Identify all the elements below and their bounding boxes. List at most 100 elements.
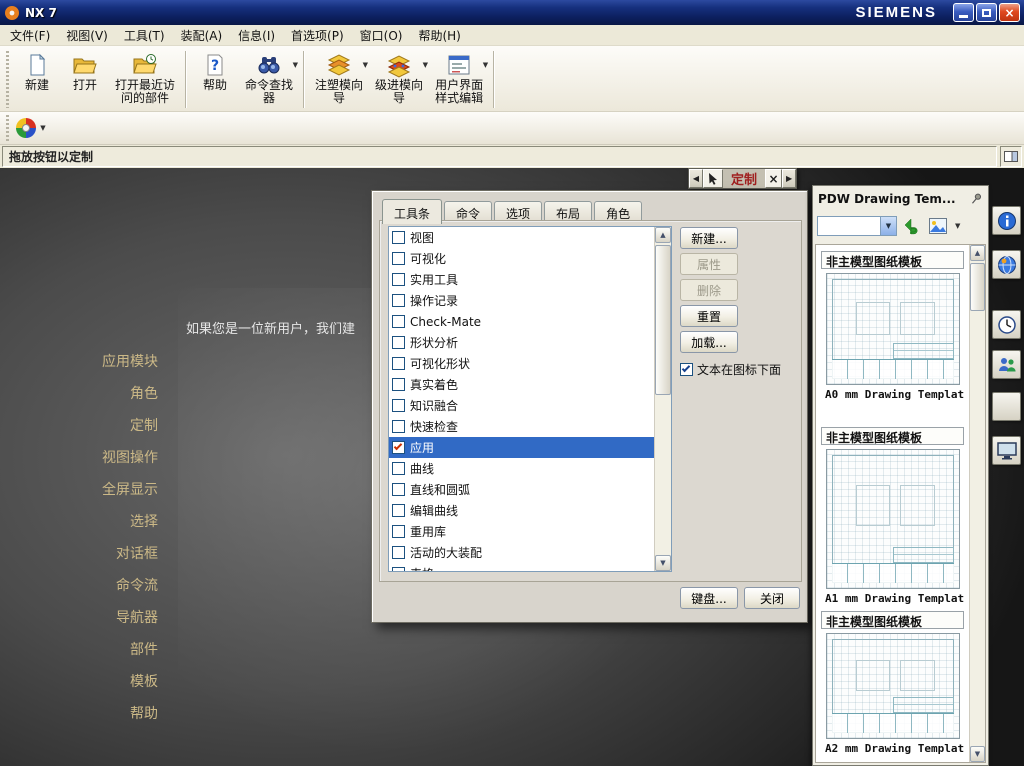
toolbar-checkbox[interactable] (392, 252, 405, 265)
resource-tab-history[interactable] (992, 310, 1021, 339)
toolbar-list-item[interactable]: 重用库 (389, 521, 655, 542)
maximize-button[interactable] (976, 3, 997, 22)
sidebar-item-selection[interactable]: 选择 (0, 506, 172, 538)
dropdown-arrow-icon[interactable]: ▼ (423, 61, 428, 69)
dropdown-arrow-icon[interactable]: ▼ (40, 124, 45, 132)
toolbar-checkbox[interactable] (392, 231, 405, 244)
toolbar-checkbox[interactable] (392, 399, 405, 412)
toolbar-checkbox[interactable] (392, 525, 405, 538)
resource-tab-blank[interactable] (992, 392, 1021, 421)
preview-button[interactable] (927, 215, 949, 237)
help-button[interactable]: ? 帮助 (191, 48, 239, 94)
sidebar-item-roles[interactable]: 角色 (0, 378, 172, 410)
menu-assemblies[interactable]: 装配(A) (173, 25, 231, 46)
back-button[interactable] (901, 215, 923, 237)
toolbar-checkbox[interactable] (392, 294, 405, 307)
palette-scrollbar[interactable]: ▲ ▼ (969, 245, 985, 762)
menu-window[interactable]: 窗口(O) (352, 25, 411, 46)
toolbar-checkbox[interactable] (392, 420, 405, 433)
toolbar-checkbox[interactable] (392, 504, 405, 517)
sidebar-item-parts[interactable]: 部件 (0, 634, 172, 666)
pin-icon[interactable] (969, 192, 983, 206)
menu-tools[interactable]: 工具(T) (116, 25, 173, 46)
scroll-right-button[interactable]: ▶ (782, 169, 797, 188)
keyboard-button[interactable]: 键盘... (680, 587, 738, 609)
mini-toolbar-close-button[interactable]: × (765, 169, 783, 188)
properties-button[interactable]: 属性 (680, 253, 738, 275)
toolbar-list-item[interactable]: 形状分析 (389, 332, 655, 353)
toolbar-checkbox[interactable] (392, 483, 405, 496)
dialog-close-button[interactable]: 关闭 (744, 587, 800, 609)
sidebar-item-dialogs[interactable]: 对话框 (0, 538, 172, 570)
minimize-button[interactable] (953, 3, 974, 22)
toolbar-checkbox[interactable] (392, 567, 405, 571)
menu-help[interactable]: 帮助(H) (410, 25, 468, 46)
reset-button[interactable]: 重置 (680, 305, 738, 327)
template-group-header[interactable]: 非主模型图纸模板 (821, 427, 964, 445)
resource-tab-roles[interactable] (992, 350, 1021, 379)
new-button[interactable]: 新建 (13, 48, 61, 94)
sidebar-item-customize[interactable]: 定制 (0, 410, 172, 442)
menu-view[interactable]: 视图(V) (58, 25, 116, 46)
open-recent-button[interactable]: 打开最近访 问的部件 (109, 48, 181, 107)
scroll-down-icon[interactable]: ▼ (655, 555, 671, 571)
toolbar-grip[interactable] (5, 51, 10, 108)
pointer-tool-button[interactable] (703, 169, 723, 188)
toolbar-checkbox[interactable] (392, 336, 405, 349)
toolbar-checkbox[interactable] (392, 441, 405, 454)
toolbar-list-item[interactable]: 编辑曲线 (389, 500, 655, 521)
scroll-left-button[interactable]: ◀ (689, 169, 703, 188)
template-thumbnail-a1[interactable] (825, 449, 960, 589)
sidebar-item-command-stream[interactable]: 命令流 (0, 570, 172, 602)
template-group-header[interactable]: 非主模型图纸模板 (821, 251, 964, 269)
sidebar-item-help[interactable]: 帮助 (0, 698, 172, 730)
scroll-thumb[interactable] (970, 263, 985, 311)
scroll-down-icon[interactable]: ▼ (970, 746, 985, 762)
scroll-thumb[interactable] (655, 245, 671, 395)
ui-styler-button[interactable]: ▼ 用户界面 样式编辑 (429, 48, 489, 107)
scroll-up-icon[interactable]: ▲ (970, 245, 985, 261)
toolbar-list-item[interactable]: 快速检查 (389, 416, 655, 437)
dropdown-arrow-icon[interactable]: ▼ (483, 61, 488, 69)
toolbar-checkbox[interactable] (392, 273, 405, 286)
toolbar-list-item[interactable]: 操作记录 (389, 290, 655, 311)
template-thumbnail-a2[interactable] (825, 633, 960, 739)
sidebar-item-fullscreen[interactable]: 全屏显示 (0, 474, 172, 506)
sidebar-item-templates[interactable]: 模板 (0, 666, 172, 698)
progressive-die-wizard-button[interactable]: ▼ 级进模向 导 (369, 48, 429, 107)
sidebar-item-application[interactable]: 应用模块 (0, 346, 172, 378)
toolbar-checkbox[interactable] (392, 546, 405, 559)
template-group-header[interactable]: 非主模型图纸模板 (821, 611, 964, 629)
chevron-down-icon[interactable]: ▼ (955, 222, 960, 230)
role-wheel-button[interactable]: ▼ (13, 114, 47, 142)
toolbar-checkbox[interactable] (392, 357, 405, 370)
chevron-down-icon[interactable]: ▼ (880, 217, 896, 235)
template-thumbnail-a0[interactable] (825, 273, 960, 385)
menu-preferences[interactable]: 首选项(P) (283, 25, 352, 46)
text-below-icon-checkbox[interactable] (680, 363, 693, 376)
dropdown-arrow-icon[interactable]: ▼ (363, 61, 368, 69)
toolbar-list-item[interactable]: 真实着色 (389, 374, 655, 395)
dialog-rail-button[interactable] (1000, 146, 1022, 167)
new-toolbar-button[interactable]: 新建... (680, 227, 738, 249)
toolbar-list-item[interactable]: 活动的大装配 (389, 542, 655, 563)
sidebar-item-navigators[interactable]: 导航器 (0, 602, 172, 634)
open-button[interactable]: 打开 (61, 48, 109, 94)
delete-button[interactable]: 删除 (680, 279, 738, 301)
toolbar-list-item[interactable]: 实用工具 (389, 269, 655, 290)
toolbar-checkbox[interactable] (392, 315, 405, 328)
toolbar-list-item[interactable]: 可视化 (389, 248, 655, 269)
toolbar-list-item[interactable]: 视图 (389, 227, 655, 248)
close-button[interactable]: × (999, 3, 1020, 22)
resource-tab-templates[interactable] (992, 436, 1021, 465)
load-button[interactable]: 加载... (680, 331, 738, 353)
toolbar-list-item-selected[interactable]: 应用 (389, 437, 655, 458)
toolbar-list-item[interactable]: 可视化形状 (389, 353, 655, 374)
toolbar-checkbox[interactable] (392, 462, 405, 475)
dropdown-arrow-icon[interactable]: ▼ (293, 61, 298, 69)
toolbar-grip[interactable] (5, 115, 10, 141)
toolbar-list-item[interactable]: 表格 (389, 563, 655, 571)
sidebar-item-view-operations[interactable]: 视图操作 (0, 442, 172, 474)
tab-toolbars[interactable]: 工具条 (382, 199, 443, 224)
template-filter-combo[interactable]: ▼ (817, 216, 897, 236)
